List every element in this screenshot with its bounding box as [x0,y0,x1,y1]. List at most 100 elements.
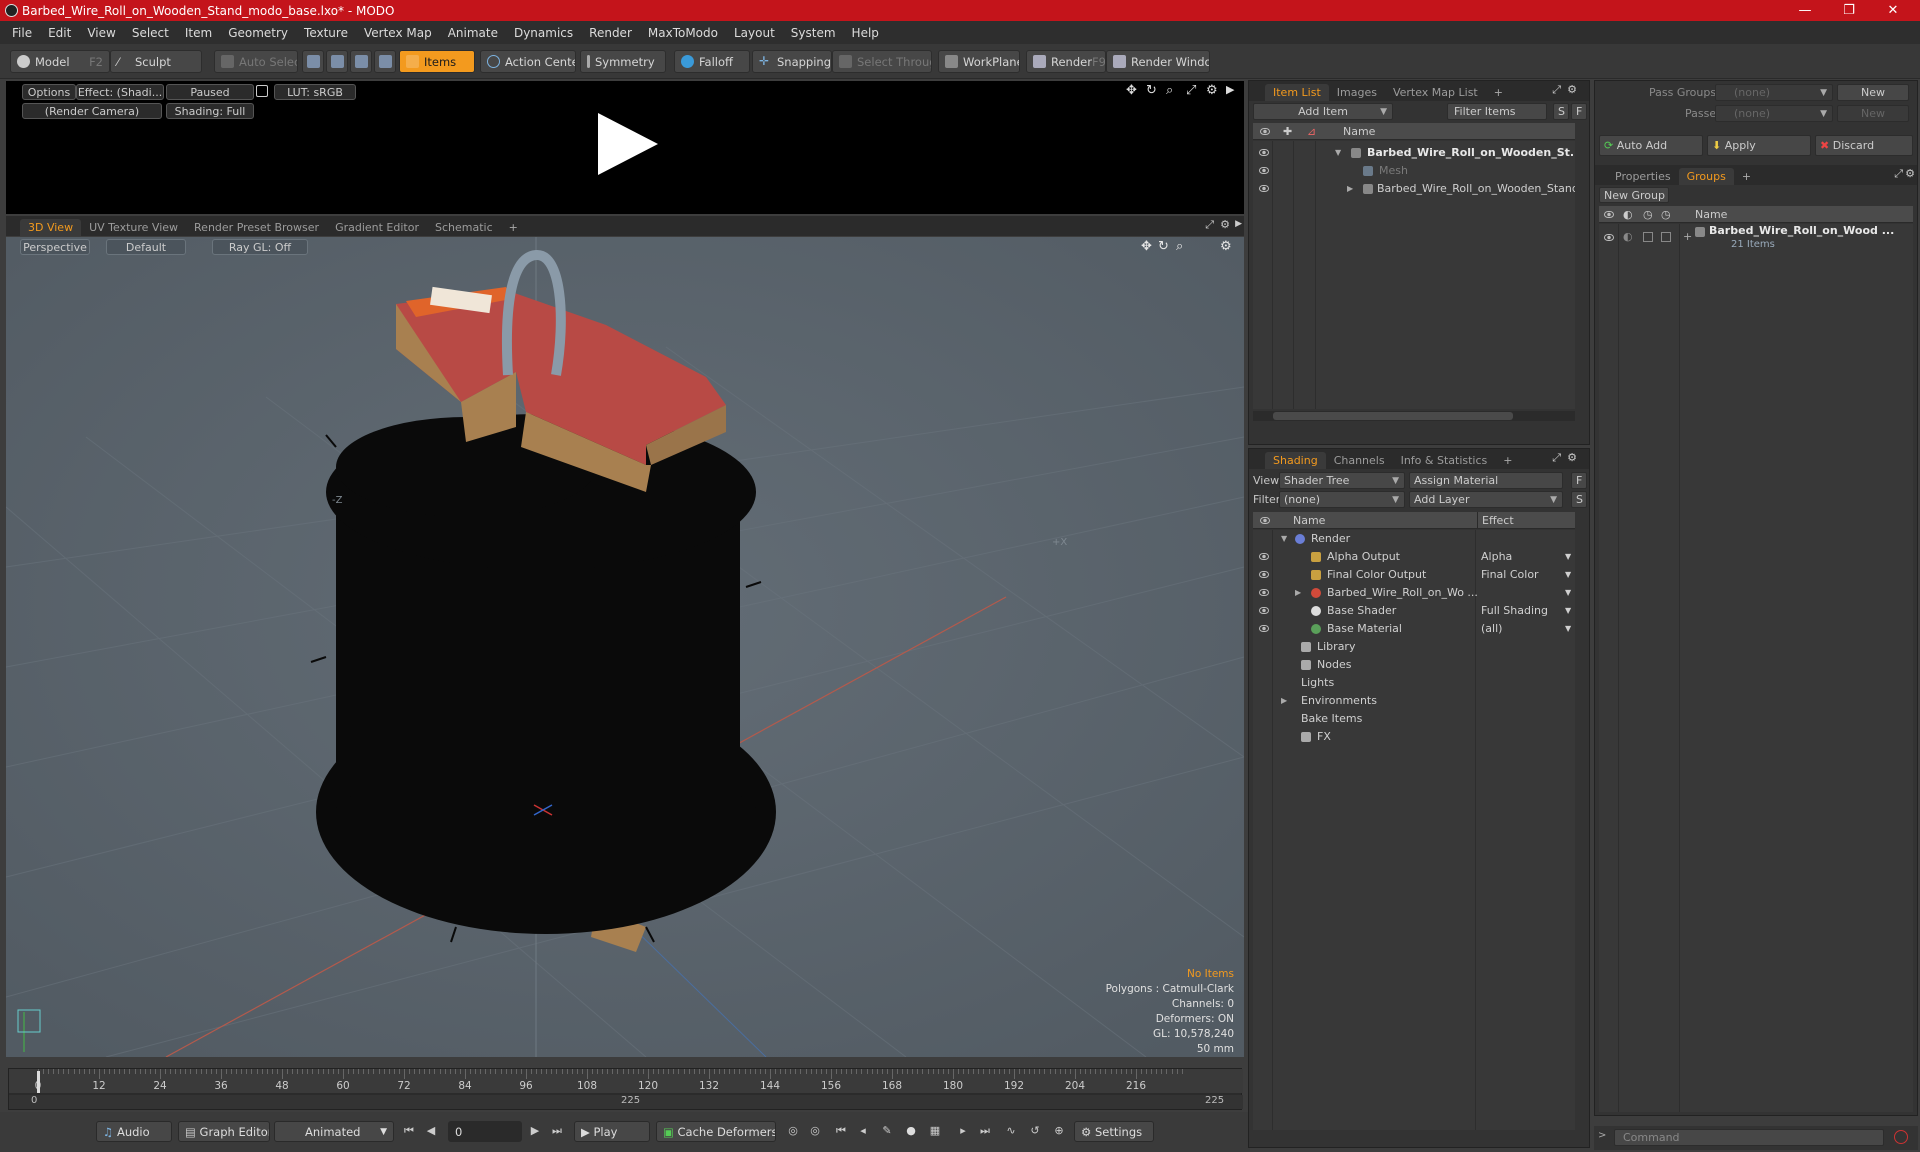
group-item[interactable]: ◐ + Barbed_Wire_Roll_on_Wood ... 21 Item… [1599,224,1913,258]
shading-s-button[interactable]: S [1571,491,1587,508]
set-key-icon[interactable]: ✎ [880,1124,894,1138]
lock-icon[interactable] [256,85,268,97]
preview-options-button[interactable]: Options [22,84,76,100]
preview-zoom-icon[interactable]: ⌕ [1166,83,1173,98]
lock-checkbox[interactable] [1643,232,1653,242]
auto-add-button[interactable]: ⟳ Auto Add [1599,135,1703,156]
visibility-eye-icon[interactable] [1259,625,1269,632]
visibility-eye-icon[interactable] [1259,185,1269,192]
preview-lut-dropdown[interactable]: LUT: sRGB [274,84,356,100]
viewport-tab-arrow-icon[interactable]: ▶ [1235,219,1242,229]
tab-info-statistics[interactable]: Info & Statistics [1393,452,1496,469]
new-pass-group-button[interactable]: New [1837,84,1909,101]
shading-f-button[interactable]: F [1571,472,1587,489]
scroll-thumb[interactable] [1273,412,1513,420]
shader-row-material-group[interactable]: ▶ Barbed_Wire_Roll_on_Wo ... ▼ [1253,584,1575,602]
visibility-eye-icon[interactable] [1259,553,1269,560]
filter-items-input[interactable]: Filter Items [1447,103,1547,120]
preview-shading-dropdown[interactable]: Shading: Full [166,103,254,119]
item-list-maximize-icon[interactable]: ⤢ [1552,83,1561,97]
preview-maximize-icon[interactable]: ⤢ [1186,83,1196,98]
tab-3d-view[interactable]: 3D View [20,219,82,236]
preview-paused-button[interactable]: Paused [166,84,254,100]
shading-default-dropdown[interactable]: Default [106,239,186,255]
shader-row-lights[interactable]: Lights [1253,674,1575,692]
effect-dropdown-arrow-icon[interactable]: ▼ [1565,584,1571,602]
menu-edit[interactable]: Edit [40,26,79,40]
loop-icon[interactable]: ↺ [1028,1124,1042,1138]
item-list-f-button[interactable]: F [1571,103,1587,120]
effect-dropdown-arrow-icon[interactable]: ▼ [1565,620,1571,638]
list-item[interactable]: ▶ Barbed_Wire_Roll_on_Wooden_Stand... [1253,180,1575,198]
viewport-tab-gear-icon[interactable]: ⚙ [1220,218,1230,231]
shader-row-fx[interactable]: FX [1253,728,1575,746]
visibility-eye-icon[interactable] [1604,234,1614,241]
falloff-button[interactable]: Falloff [674,50,750,73]
expand-arrow-icon[interactable]: ▼ [1335,144,1341,162]
perspective-dropdown[interactable]: Perspective [20,239,90,255]
add-tab-button[interactable]: + [1734,168,1759,185]
tab-shading[interactable]: Shading [1265,452,1326,469]
item-list-gear-icon[interactable]: ⚙ [1567,83,1577,96]
record-icon[interactable]: ● [904,1124,918,1138]
view-dropdown[interactable]: Shader Tree ▼ [1279,472,1405,489]
key-all-icon[interactable]: ◎ [808,1124,822,1138]
visibility-eye-icon[interactable] [1259,149,1269,156]
viewport-maximize-icon[interactable]: ⤢ [1205,218,1214,232]
viewport-move-icon[interactable]: ✥ [1141,239,1152,254]
next-key-2-icon[interactable]: ⏭ [978,1124,992,1138]
groups-gear-icon[interactable]: ⚙ [1905,167,1915,180]
graph-editor-button[interactable]: ▤ Graph Editor [178,1121,270,1142]
next-key-icon[interactable]: ▸ [956,1124,970,1138]
new-pass-button[interactable]: New [1837,105,1909,122]
viewport-rotate-icon[interactable]: ↻ [1158,239,1169,254]
expand-arrow-icon[interactable]: ▶ [1347,180,1353,198]
menu-select[interactable]: Select [124,26,177,40]
vertices-mode-button[interactable] [302,50,324,73]
auto-select-button[interactable]: Auto Select [214,50,298,73]
shader-row-environments[interactable]: ▶ Environments [1253,692,1575,710]
assign-material-button[interactable]: Assign Material [1409,472,1563,489]
tab-gradient-editor[interactable]: Gradient Editor [327,219,427,236]
raygl-dropdown[interactable]: Ray GL: Off [212,239,308,255]
shader-row-library[interactable]: Library [1253,638,1575,656]
effect-dropdown-arrow-icon[interactable]: ▼ [1565,602,1571,620]
preview-move-icon[interactable]: ✥ [1126,83,1137,98]
discard-button[interactable]: ✖ Discard [1815,135,1913,156]
items-mode-button[interactable]: Items [399,50,475,73]
close-button[interactable]: ✕ [1873,0,1913,21]
viewport-gear-icon[interactable]: ⚙ [1220,239,1232,254]
shader-row-bake-items[interactable]: Bake Items [1253,710,1575,728]
timeline[interactable]: 0 12 24 36 48 60 72 84 96 108 120 132 14… [8,1068,1243,1110]
menu-help[interactable]: Help [844,26,887,40]
shader-row-final-color-output[interactable]: Final Color Output Final Color ▼ [1253,566,1575,584]
curve-icon[interactable]: ∿ [1004,1124,1018,1138]
menu-file[interactable]: File [4,26,40,40]
command-input[interactable]: Command [1614,1129,1884,1146]
prev-key-icon[interactable]: ⏮ [834,1124,848,1138]
tab-uv-texture-view[interactable]: UV Texture View [81,219,186,236]
passes-dropdown[interactable]: (none) ▼ [1715,105,1833,122]
tab-images[interactable]: Images [1329,84,1385,101]
command-record-icon[interactable] [1894,1130,1908,1144]
tab-schematic[interactable]: Schematic [427,219,501,236]
menu-animate[interactable]: Animate [440,26,506,40]
menu-vertex-map[interactable]: Vertex Map [356,26,440,40]
menu-render[interactable]: Render [581,26,640,40]
menu-item[interactable]: Item [177,26,220,40]
render-button[interactable]: Render F9 [1026,50,1106,73]
shading-maximize-icon[interactable]: ⤢ [1552,451,1561,465]
play-icon[interactable] [592,109,662,179]
sculpt-mode-button[interactable]: ⁄ Sculpt [110,50,202,73]
pass-groups-dropdown[interactable]: (none) ▼ [1715,84,1833,101]
edges-mode-button[interactable] [326,50,348,73]
shader-row-base-shader[interactable]: Base Shader Full Shading ▼ [1253,602,1575,620]
expand-arrow-icon[interactable]: ▶ [1281,692,1287,710]
filter-dropdown[interactable]: (none) ▼ [1279,491,1405,508]
symmetry-button[interactable]: Symmetry [580,50,666,73]
tab-vertex-map-list[interactable]: Vertex Map List [1385,84,1486,101]
render-window-button[interactable]: Render Window [1106,50,1210,73]
effect-dropdown-arrow-icon[interactable]: ▼ [1565,566,1571,584]
shader-effect[interactable]: (all) [1481,620,1502,638]
list-item[interactable]: ▼ Barbed_Wire_Roll_on_Wooden_St... [1253,144,1575,162]
